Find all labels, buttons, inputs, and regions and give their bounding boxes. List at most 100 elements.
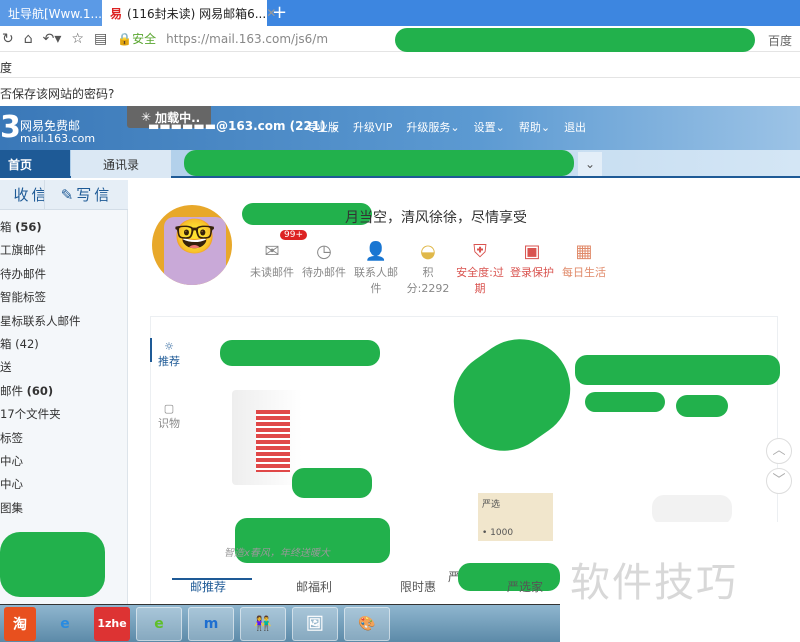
bottom-tab[interactable]: 邮福利 [296,578,332,595]
tab-contacts[interactable]: 通讯录 [71,150,171,178]
tab-title: (116封未读) 网易邮箱6... [127,6,267,21]
menu-settings[interactable]: 设置⌄ [474,119,505,135]
picture-icon[interactable]: 🖼 [292,606,338,641]
quick-link[interactable]: ▦ 每日生活 [558,240,610,296]
paint-icon[interactable]: 🎨 [344,606,390,641]
shield-icon: ⛨ [473,241,487,262]
folder-item[interactable]: 箱 (56) [0,219,42,242]
search-engine[interactable]: 百度 [768,32,792,49]
contact-star-icon: 👤 [364,241,388,262]
security-indicator: 🔒安全 [117,32,157,46]
tab-title: 址导航[Www.1... [8,6,102,21]
redaction [0,532,105,597]
menu-label: 帮助 [518,121,541,134]
lock-box-icon: ▣ [523,241,541,262]
watermark: 软件技巧 [560,522,800,642]
logo-digit: 3 [0,110,21,145]
bottom-tab[interactable]: 限时惠 [400,578,436,595]
folder-label: 图集 [0,500,23,515]
reader-icon[interactable]: ▤ [94,31,107,47]
folder-item[interactable]: 星标联系人邮件 [0,313,81,336]
undo-icon[interactable]: ↶▾ [43,31,62,47]
compose-label: 写信 [76,186,113,204]
taobao-icon[interactable]: 淘 [4,606,36,641]
browser-tab-active[interactable]: 易 (116封未读) 网易邮箱6... ✕ [102,0,276,26]
folder-item[interactable]: 中心 [0,476,23,499]
tab-home[interactable]: 首页 [0,150,70,178]
refresh-icon[interactable]: ↻ [2,31,14,47]
avatar[interactable]: 🤓 [152,205,232,285]
product-card[interactable]: 严选 • 1000 [478,493,553,541]
menu-pro[interactable]: 专业版 [306,119,339,135]
menu-logout[interactable]: 退出 [564,119,586,135]
folder-item[interactable]: 箱 (42) [0,336,39,359]
folder-item[interactable]: 图集 [0,500,23,523]
menu-help[interactable]: 帮助⌄ [519,119,550,135]
sun-icon: ☼ [164,340,174,353]
compose-button[interactable]: ✎ 写信 [44,180,128,210]
folder-item[interactable]: 待办邮件 [0,266,46,289]
redaction [220,340,380,366]
people-icon[interactable]: 👫 [240,606,286,641]
folder-label: 工旗邮件 [0,243,46,258]
folder-label: 邮件 [0,383,23,398]
folder-count: (56) [15,220,42,234]
folder-item[interactable]: 17个文件夹 [0,406,61,429]
bottom-tab[interactable]: 严选家 [507,578,543,595]
side-tab-identify[interactable]: ▢ 识物 [158,402,180,431]
menu-label: 升级服务 [406,121,451,134]
calendar-icon: ▦ [575,241,593,262]
folder-item[interactable]: 标签 [0,430,23,453]
product-image [652,495,732,525]
promo-caption: 智造x春风，年终送暖大 [224,548,330,559]
quick-link[interactable]: ✉ 未读邮件 [246,240,298,296]
redaction [184,150,574,176]
browser-tab[interactable]: 址导航[Www.1...✕ [0,0,112,26]
quick-link[interactable]: 👤 联系人邮件 [350,240,402,296]
heater-image [232,390,302,485]
scroll-down-button[interactable]: ﹀ [766,468,792,494]
side-tab-recommend[interactable]: ☼ 推荐 [158,340,180,369]
folder-item[interactable]: 智能标签 [0,289,46,312]
ie-icon[interactable]: e [42,607,88,641]
quick-label: 未读邮件 [250,266,294,279]
quick-link[interactable]: ⛨ 安全度:过期 [454,240,506,296]
163-icon: 易 [110,6,123,21]
redaction [292,468,372,498]
home-icon[interactable]: ⌂ [24,31,33,47]
bookmark-row: 度 [0,53,800,78]
folder-item[interactable]: 邮件 (60) [0,383,53,406]
bottom-tab[interactable]: 邮推荐 [190,578,226,595]
menu-upgrade[interactable]: 升级服务⌄ [406,119,459,135]
card-text: • 1000 [482,528,514,538]
folder-label: 中心 [0,454,23,468]
quick-link[interactable]: ◒ 积分:2292 [402,240,454,296]
unread-badge: 99+ [280,230,307,240]
frame-icon: ▢ [163,402,175,415]
redaction [575,355,780,385]
folder-label: 标签 [0,430,23,445]
taskbar: 淘 e 1zhe e m 👫 🖼 🎨 [0,604,560,642]
top-menu: 专业版 升级VIP 升级服务⌄ 设置⌄ 帮助⌄ 退出 [306,119,586,135]
quick-link[interactable]: ◷ 待办邮件 [298,240,350,296]
redaction [395,28,755,52]
menu-vip[interactable]: 升级VIP [353,119,392,135]
folder-label: 中心 [0,477,23,492]
folder-item[interactable]: 中心 [0,453,23,476]
folder-label: 智能标签 [0,290,46,305]
folder-item[interactable]: 送 [0,359,12,382]
bookmark-item[interactable]: 度 [0,61,12,75]
quick-link[interactable]: ▣ 登录保护 [506,240,558,296]
url-field[interactable]: https://mail.163.com/js6/m [166,32,328,46]
quick-label: 积分:2292 [406,266,450,295]
browser-360-icon[interactable]: e [136,606,182,641]
scroll-up-button[interactable]: ︿ [766,438,792,464]
maxthon-icon[interactable]: m [188,606,234,641]
gold-ingot-icon: ◒ [420,241,436,262]
1zhe-icon[interactable]: 1zhe [94,606,130,641]
star-icon[interactable]: ☆ [71,31,84,47]
new-tab-button[interactable]: + [272,2,287,23]
tabs-dropdown[interactable]: ⌄ [578,152,602,176]
security-label: 安全 [132,32,157,46]
folder-item[interactable]: 工旗邮件 [0,242,46,265]
